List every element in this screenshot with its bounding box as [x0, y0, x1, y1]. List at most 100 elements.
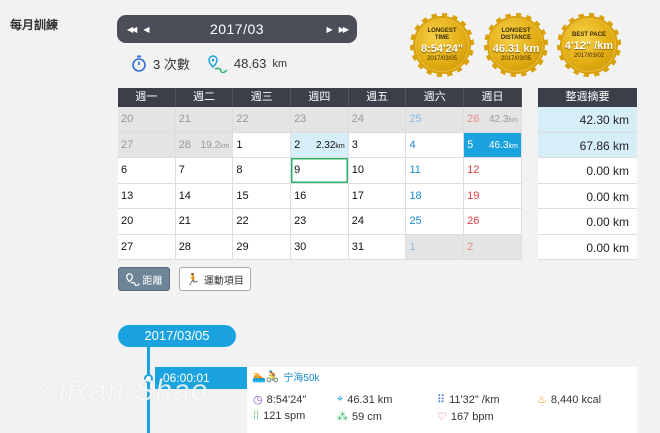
calendar-day-cell[interactable]: 28 [175, 234, 234, 260]
calendar-day-cell[interactable]: 8 [233, 158, 292, 184]
heart-icon: ♡ [437, 411, 447, 423]
medal-title: BEST PACE [572, 31, 606, 38]
calendar-day-cell[interactable]: 21 [175, 209, 234, 235]
calendar-day-cell[interactable]: 26 42.3km [464, 107, 522, 133]
route-pin-icon [125, 272, 140, 286]
prev-year-button[interactable]: ◀◀ [127, 25, 137, 34]
stopwatch-icon [132, 55, 146, 72]
prev-month-button[interactable]: ◀ [143, 25, 149, 34]
activity-title-row[interactable]: 🏊🚴 宁海50k [252, 369, 320, 384]
day-number: 8 [236, 164, 243, 176]
day-number: 17 [351, 189, 364, 202]
day-number: 25 [409, 113, 422, 125]
day-number: 25 [409, 215, 422, 227]
calendar-day-cell[interactable]: 27 [118, 132, 176, 158]
day-distance-value: 19.2 [200, 139, 221, 151]
cadence-icon: ⁞⁞ [253, 410, 260, 422]
calendar-day-cell[interactable]: 2 [464, 234, 522, 260]
calendar-day-cell[interactable]: 20 [118, 107, 176, 133]
calendar-day-cell[interactable]: 22 [233, 209, 292, 235]
calendar-week-row: 27 28 29 30 31 1 2 [118, 234, 522, 260]
calendar-day-cell[interactable]: 14 [175, 183, 234, 209]
metric-heart-rate: ♡ 167 bpm [437, 410, 494, 424]
day-number: 21 [178, 113, 191, 125]
calendar-day-cell[interactable]: 3 [348, 132, 407, 158]
calendar-day-cell[interactable]: 18 [406, 183, 465, 209]
calendar-day-cell[interactable]: 4 [406, 132, 465, 158]
calendar-week-row: 20 21 22 23 24 25 26 42.3km [118, 107, 522, 133]
calendar-day-cell[interactable]: 24 [348, 107, 407, 133]
weekday-header: 週二 [176, 88, 234, 107]
calendar-day-cell[interactable]: 30 [291, 234, 349, 260]
calendar-day-cell[interactable]: 31 [348, 234, 407, 260]
calendar-day-cell[interactable]: 9 [291, 158, 349, 184]
calendar-day-cell[interactable]: 23 [291, 209, 349, 235]
next-month-button[interactable]: ▶ [327, 25, 333, 34]
stride-value: 59 cm [352, 410, 382, 423]
calendar-day-cell[interactable]: 2 2.32km [291, 132, 349, 158]
calendar-day-cell[interactable]: 19 [464, 183, 522, 209]
metric-pace: ⠿ 11'32" /km [437, 393, 500, 407]
calendar-day-cell[interactable]: 25 [406, 107, 465, 133]
day-number: 15 [236, 189, 249, 202]
day-number: 12 [467, 164, 480, 176]
medal-longest-distance: LONGEST DISTANCE 46.31 km 2017/03/05 [484, 13, 548, 77]
triathlon-icon: 🏊🚴 [252, 371, 280, 383]
day-distance-value: 46.3 [489, 139, 509, 151]
calendar-day-cell[interactable]: 11 [406, 158, 465, 184]
calendar-day-cell[interactable]: 17 [348, 183, 407, 209]
weekly-summary: 整週摘要 42.30 km 67.86 km 0.00 km 0.00 km 0.00 … [538, 88, 637, 260]
route-pin-icon: ⌖ [337, 393, 344, 405]
calendar-body: 20 21 22 23 24 25 26 42.3km 27 28 19.2km 1 2 2.32km 3 4… [118, 107, 522, 260]
day-distance-unit: km [335, 142, 345, 150]
calendar-day-cell[interactable]: 23 [291, 107, 349, 133]
day-number: 5 [467, 138, 474, 151]
calendar-day-cell[interactable]: 29 [233, 234, 292, 260]
flame-icon: ♨ [537, 394, 547, 406]
day-number: 20 [121, 215, 134, 227]
calendar-day-cell[interactable]: 1 [233, 132, 292, 158]
day-number: 22 [236, 113, 249, 125]
calendar-day-cell[interactable]: 22 [233, 107, 292, 133]
calendar-header: 週一 週二 週三 週四 週五 週六 週日 [118, 88, 522, 107]
weekday-header: 週一 [118, 88, 176, 107]
calendar-day-cell[interactable]: 10 [348, 158, 407, 184]
day-number: 9 [294, 164, 301, 176]
medal-date: 2017/03/05 [500, 56, 532, 62]
day-number: 26 [467, 215, 480, 227]
day-distance: 19.2km [201, 140, 230, 151]
calendar-day-cell[interactable]: 21 [175, 107, 234, 133]
distance-filter-button[interactable]: 距離 [118, 267, 170, 291]
calendar-day-cell[interactable]: 26 [464, 209, 522, 235]
calendar-day-cell[interactable]: 24 [348, 209, 407, 235]
day-number: 31 [351, 240, 364, 253]
calendar-day-cell[interactable]: 15 [233, 183, 292, 209]
sport-filter-button[interactable]: 🏃 運動項目 [179, 267, 251, 291]
calendar-day-cell[interactable]: 27 [118, 234, 176, 260]
activity-name[interactable]: 宁海50k [283, 369, 319, 384]
distance-value: 46.31 km [347, 393, 393, 406]
calendar-day-cell[interactable]: 13 [118, 183, 176, 209]
medal-value: 8:54'24" [420, 43, 464, 55]
day-number: 24 [351, 215, 364, 227]
calendar-day-cell[interactable]: 6 [118, 158, 176, 184]
calendar-day-cell[interactable]: 28 19.2km [175, 132, 234, 158]
calendar-day-cell[interactable]: 16 [291, 183, 349, 209]
calendar-day-cell[interactable]: 5 46.3km [464, 132, 522, 158]
stat-distance: 48.63 km [208, 54, 287, 73]
calendar-day-cell[interactable]: 1 [406, 234, 465, 260]
calendar: 週一 週二 週三 週四 週五 週六 週日 20 21 22 23 24 25 26 42.3km 27 28 1… [118, 88, 522, 260]
calendar-day-cell[interactable]: 7 [175, 158, 234, 184]
calendar-day-cell[interactable]: 12 [464, 158, 522, 184]
weekly-summary-row: 0.00 km [538, 183, 637, 209]
calendar-day-cell[interactable]: 25 [406, 209, 465, 235]
weekday-header: 週六 [406, 88, 465, 107]
day-number: 13 [121, 189, 134, 202]
day-distance: 2.32km [316, 140, 345, 151]
next-year-button[interactable]: ▶▶ [339, 25, 349, 34]
weekly-summary-title: 整週摘要 [538, 88, 637, 107]
day-number: 2 [467, 240, 474, 253]
timeline-date: 2017/03/05 [118, 325, 236, 347]
calendar-day-cell[interactable]: 20 [118, 209, 176, 235]
day-number: 23 [294, 215, 307, 227]
